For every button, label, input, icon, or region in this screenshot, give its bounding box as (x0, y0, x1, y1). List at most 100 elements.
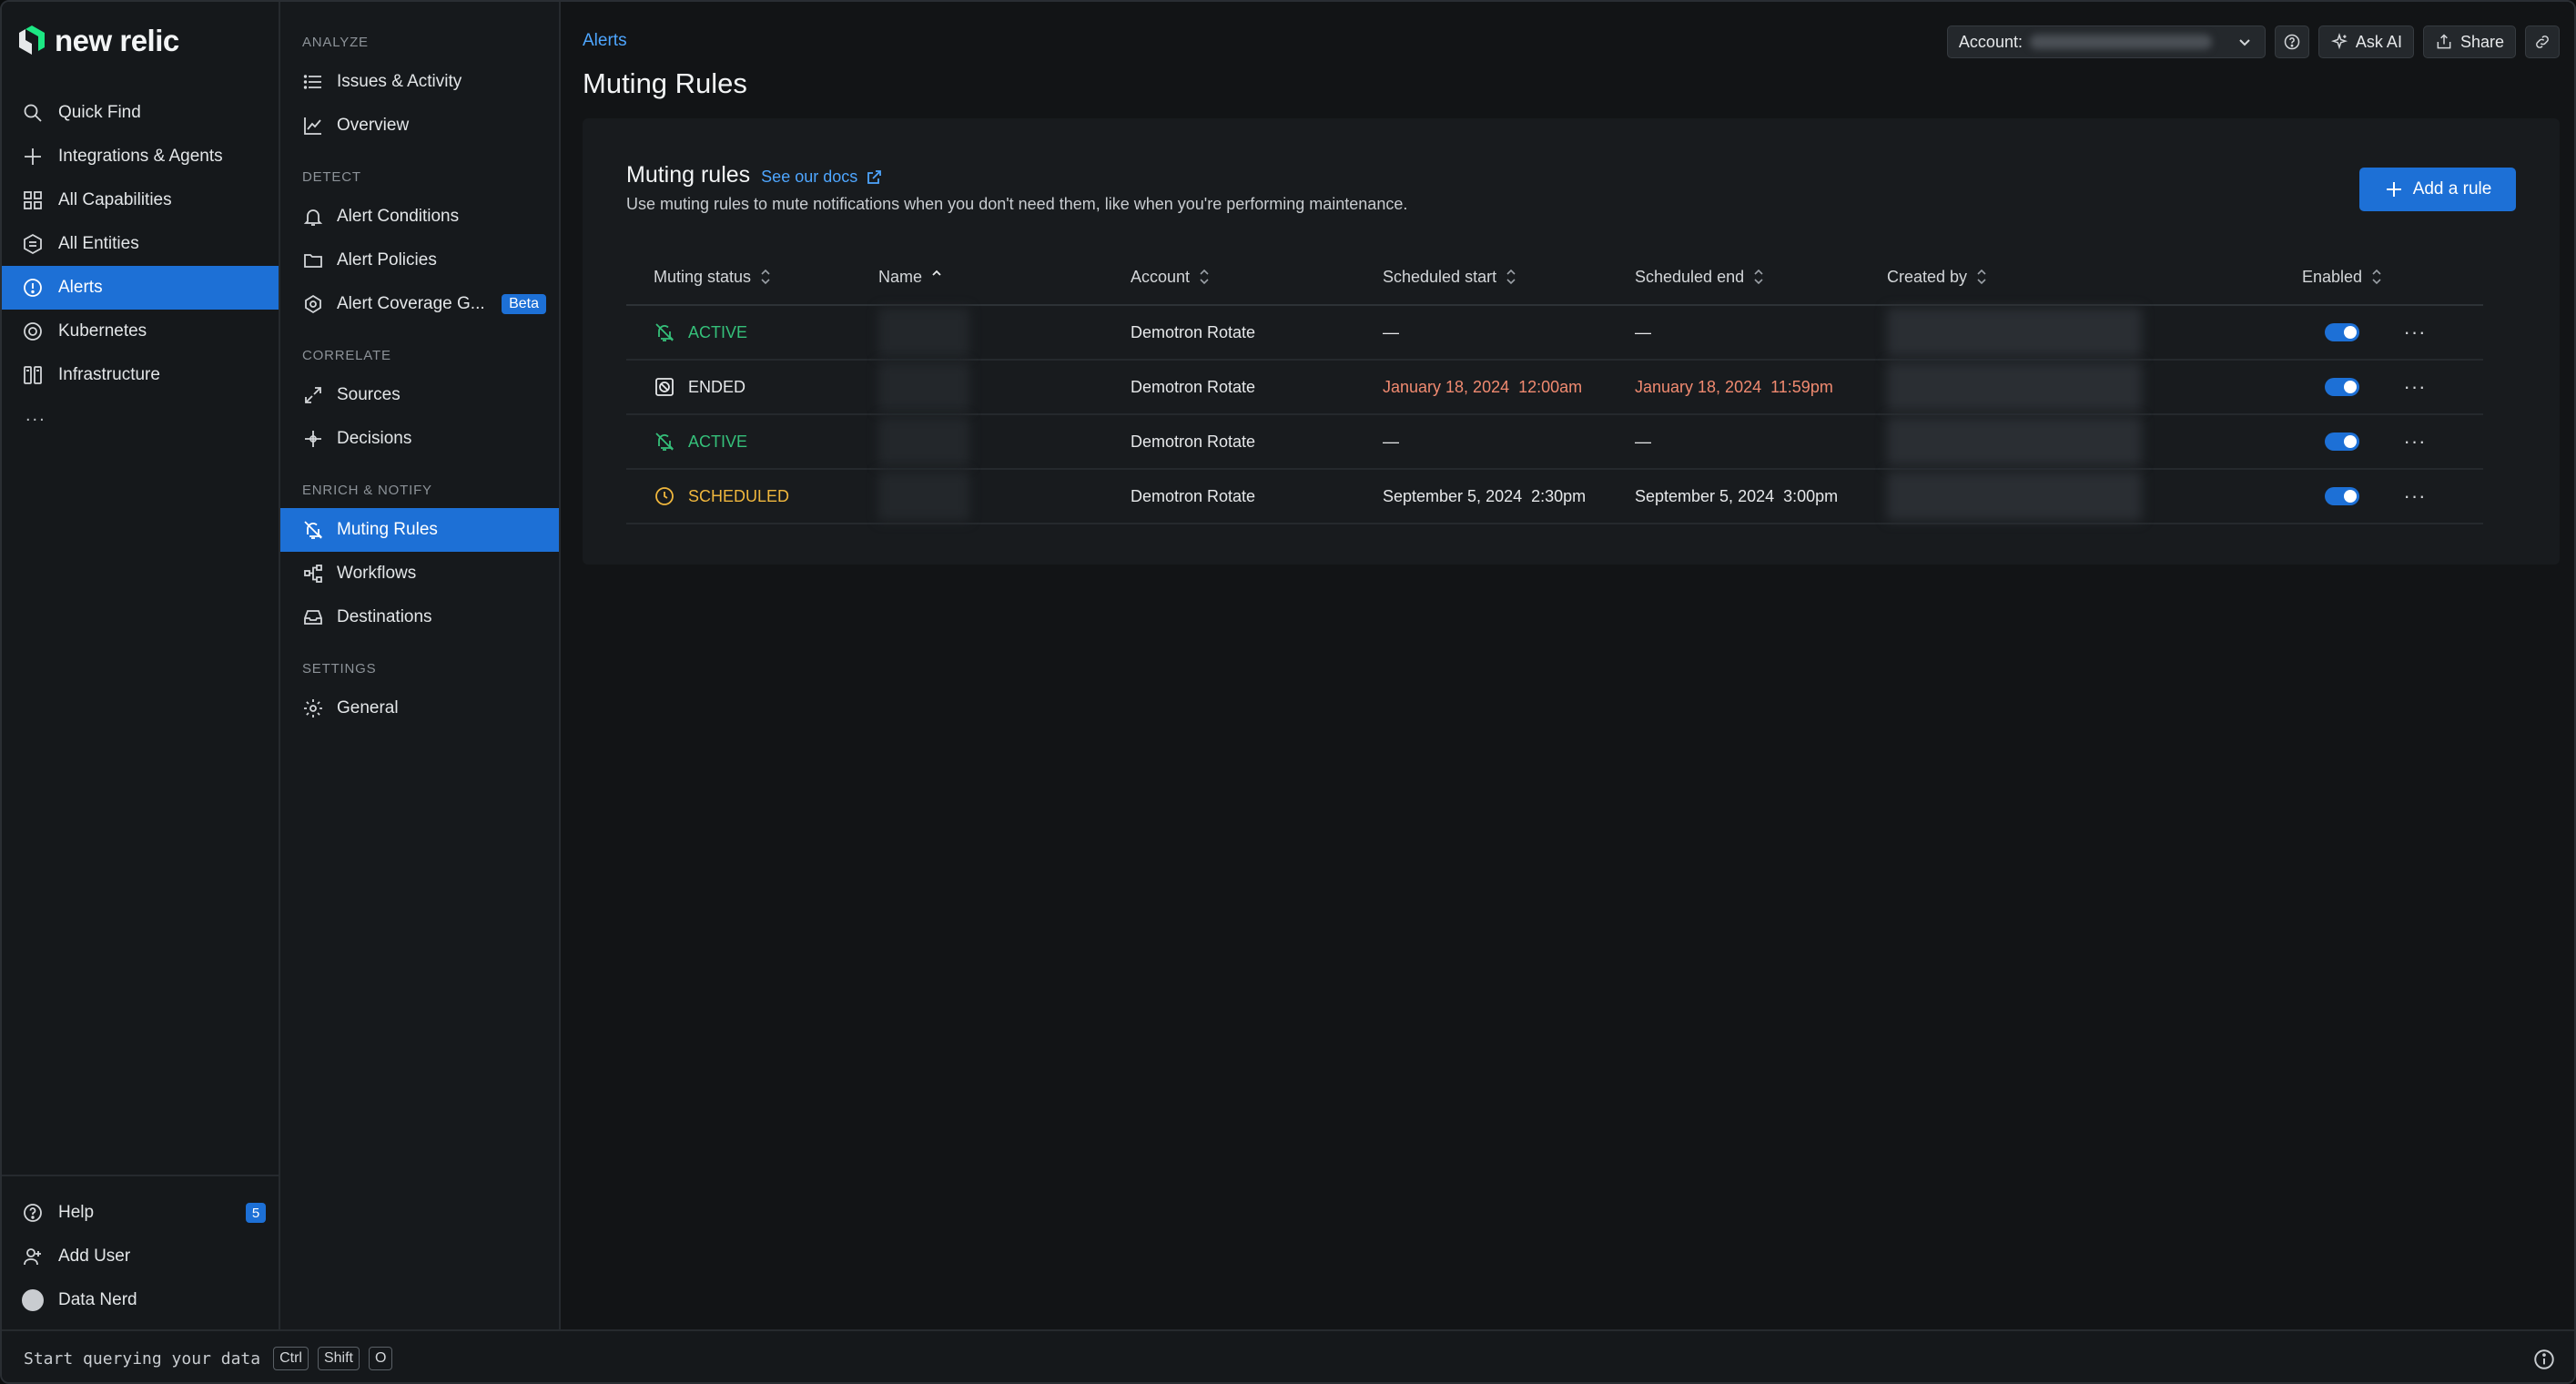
scheduled-end-cell: January 18, 2024 11:59pm (1635, 377, 1833, 396)
more-actions-icon[interactable]: ··· (2404, 484, 2427, 508)
help-icon (24, 1204, 42, 1222)
rule-name-redacted (878, 417, 969, 466)
link-icon (2536, 36, 2549, 48)
help-button[interactable] (2274, 25, 2309, 58)
copy-link-button[interactable] (2525, 25, 2560, 58)
breadcrumb-alerts[interactable]: Alerts (583, 31, 627, 51)
shortcut-key: O (369, 1347, 393, 1370)
nav-item-alerts[interactable]: Alerts (2, 266, 279, 310)
nav-item-all-entities[interactable]: All Entities (2, 222, 279, 266)
more-nav-button[interactable]: ... (2, 397, 279, 433)
nav-item-integrations[interactable]: Integrations & Agents (2, 135, 279, 178)
column-header-created-by[interactable]: Created by (1887, 267, 2297, 287)
nav-item-add-user[interactable]: Add User (2, 1235, 279, 1278)
snav-item-sources[interactable]: Sources (280, 373, 559, 417)
enabled-toggle[interactable] (2325, 378, 2359, 396)
clock-icon (655, 487, 674, 505)
inbox-icon (304, 610, 322, 625)
enabled-toggle[interactable] (2325, 487, 2359, 505)
nav-item-kubernetes[interactable]: Kubernetes (2, 310, 279, 353)
new-relic-logo[interactable]: new relic (16, 22, 179, 60)
infrastructure-icon (24, 366, 42, 384)
folder-icon (304, 254, 322, 268)
muting-status-cell: ENDED (626, 376, 878, 398)
enabled-toggle[interactable] (2325, 323, 2359, 341)
snav-item-decisions[interactable]: Decisions (280, 417, 559, 461)
nav-item-label: Quick Find (58, 103, 141, 122)
column-header-scheduled-end[interactable]: Scheduled end (1635, 267, 1887, 287)
nav-item-label: Kubernetes (58, 321, 147, 341)
snav-item-overview[interactable]: Overview (280, 104, 559, 148)
snav-item-label: Sources (337, 385, 401, 404)
more-actions-icon[interactable]: ··· (2404, 430, 2427, 453)
nav-item-quick-find[interactable]: Quick Find (2, 91, 279, 135)
row-actions-cell: ··· (2388, 430, 2442, 453)
snav-item-general[interactable]: General (280, 687, 559, 730)
column-header-status[interactable]: Muting status (626, 267, 878, 287)
column-header-account[interactable]: Account (1131, 267, 1383, 287)
bell-icon (303, 209, 323, 226)
card-description: Use muting rules to mute notifications w… (626, 195, 1408, 213)
table-row[interactable]: ENDED Demotron Rotate January 18, 2024 1… (626, 361, 2483, 415)
more-actions-icon[interactable]: ··· (2404, 321, 2427, 344)
snav-item-alert-conditions[interactable]: Alert Conditions (280, 195, 559, 239)
name-cell[interactable] (878, 308, 1131, 357)
main-content: Alerts Muting Rules Account: Ask AI Shar… (561, 2, 2574, 1329)
column-header-enabled[interactable]: Enabled (2297, 267, 2388, 287)
name-cell[interactable] (878, 362, 1131, 412)
nav-item-user-profile[interactable]: Data Nerd (2, 1278, 279, 1322)
docs-link[interactable]: See our docs (761, 168, 883, 187)
share-button[interactable]: Share (2422, 25, 2516, 58)
column-label: Enabled (2301, 267, 2363, 286)
plus-icon (25, 148, 41, 165)
creator-redacted (1887, 362, 2142, 412)
table-header: Muting status Name Account Scheduled sta… (626, 249, 2483, 306)
nav-item-label: Data Nerd (58, 1290, 137, 1309)
snav-item-label: Overview (337, 116, 410, 135)
name-cell[interactable] (878, 417, 1131, 466)
nav-item-all-capabilities[interactable]: All Capabilities (2, 178, 279, 222)
query-bar[interactable]: Start querying your data Ctrl Shift O (2, 1329, 2574, 1382)
snav-item-label: Alert Coverage G... (337, 294, 485, 313)
table-row[interactable]: ACTIVE Demotron Rotate — — ··· (626, 306, 2483, 361)
ended-status-icon (655, 378, 674, 396)
nav-item-help[interactable]: Help 5 (2, 1191, 279, 1235)
account-selector[interactable]: Account: (1946, 25, 2266, 58)
nav-item-infrastructure[interactable]: Infrastructure (2, 353, 279, 397)
more-actions-icon[interactable]: ··· (2404, 375, 2427, 399)
muting-rules-table: Muting status Name Account Scheduled sta… (626, 249, 2483, 524)
enabled-toggle[interactable] (2325, 432, 2359, 451)
rule-name-redacted (878, 472, 969, 521)
ask-ai-button[interactable]: Ask AI (2317, 25, 2414, 58)
external-link-icon (867, 169, 882, 184)
snav-item-alert-policies[interactable]: Alert Policies (280, 239, 559, 282)
muting-rules-card: Muting rules See our docs Use muting rul… (583, 118, 2560, 565)
kubernetes-icon (24, 322, 42, 341)
scheduled-end-cell: — (1635, 322, 1651, 341)
search-icon (24, 104, 42, 122)
created-by-cell (1887, 472, 2297, 521)
add-rule-button[interactable]: Add a rule (2359, 168, 2516, 211)
nav-item-label: Alerts (58, 278, 103, 297)
plus-icon (2386, 182, 2401, 197)
column-label: Name (878, 267, 923, 286)
snav-item-label: Alert Conditions (337, 207, 460, 226)
scheduled-end-cell: — (1635, 432, 1651, 451)
name-cell[interactable] (878, 472, 1131, 521)
logo-text: new relic (55, 24, 179, 57)
column-header-name[interactable]: Name (878, 267, 1131, 287)
table-row[interactable]: SCHEDULED Demotron Rotate September 5, 2… (626, 470, 2483, 524)
snav-item-muting-rules[interactable]: Muting Rules (280, 508, 559, 552)
snav-item-alert-coverage[interactable]: Alert Coverage G... Beta (280, 282, 559, 326)
muted-bell-icon (655, 432, 674, 451)
snav-item-workflows[interactable]: Workflows (280, 552, 559, 595)
query-prompt: Start querying your data (24, 1348, 261, 1369)
enabled-cell (2297, 432, 2388, 451)
snav-item-issues-activity[interactable]: Issues & Activity (280, 60, 559, 104)
column-header-scheduled-start[interactable]: Scheduled start (1383, 267, 1635, 287)
snav-item-destinations[interactable]: Destinations (280, 595, 559, 639)
info-icon[interactable] (2532, 1348, 2556, 1371)
table-row[interactable]: ACTIVE Demotron Rotate — — ··· (626, 415, 2483, 470)
row-actions-cell: ··· (2388, 375, 2442, 399)
alerts-secondary-nav: ANALYZE Issues & Activity Overview DETEC… (280, 2, 561, 1329)
